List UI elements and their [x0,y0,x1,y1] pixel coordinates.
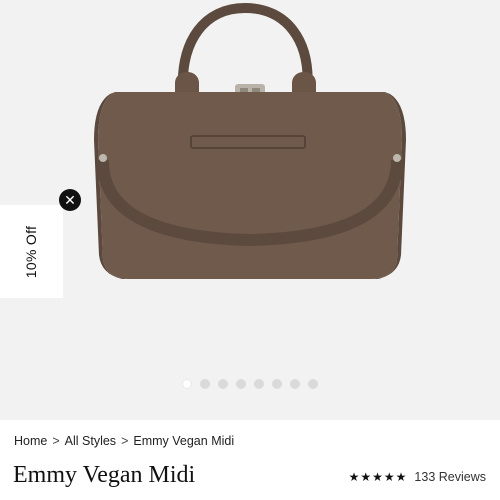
gallery-dot-6[interactable] [272,379,282,389]
promo-tab[interactable]: 10% Off [0,205,63,298]
product-image-gallery[interactable] [0,0,500,420]
breadcrumb: Home > All Styles > Emmy Vegan Midi [14,434,234,448]
breadcrumb-home[interactable]: Home [14,434,47,448]
product-image-bag [94,2,406,279]
star-icon: ★ [348,470,360,484]
gallery-dot-1[interactable] [182,379,192,389]
gallery-dot-5[interactable] [254,379,264,389]
product-title: Emmy Vegan Midi [13,462,196,488]
promo-label: 10% Off [23,225,40,278]
close-icon[interactable]: ✕ [59,189,81,211]
rating-stars: ★ ★ ★ ★ ★ [349,471,407,483]
star-icon: ★ [383,470,395,484]
gallery-dot-3[interactable] [218,379,228,389]
gallery-pagination [0,379,500,389]
reviews-count[interactable]: 133 Reviews [414,470,486,484]
star-icon: ★ [395,470,407,484]
breadcrumb-all-styles[interactable]: All Styles [65,434,116,448]
gallery-dot-4[interactable] [236,379,246,389]
gallery-dot-7[interactable] [290,379,300,389]
star-icon: ★ [360,470,372,484]
gallery-dot-8[interactable] [308,379,318,389]
breadcrumb-separator: > [121,434,129,448]
product-rating[interactable]: ★ ★ ★ ★ ★ 133 Reviews [349,470,486,484]
star-icon: ★ [372,470,383,484]
breadcrumb-separator: > [52,434,60,448]
gallery-dot-2[interactable] [200,379,210,389]
breadcrumb-current[interactable]: Emmy Vegan Midi [133,434,234,448]
